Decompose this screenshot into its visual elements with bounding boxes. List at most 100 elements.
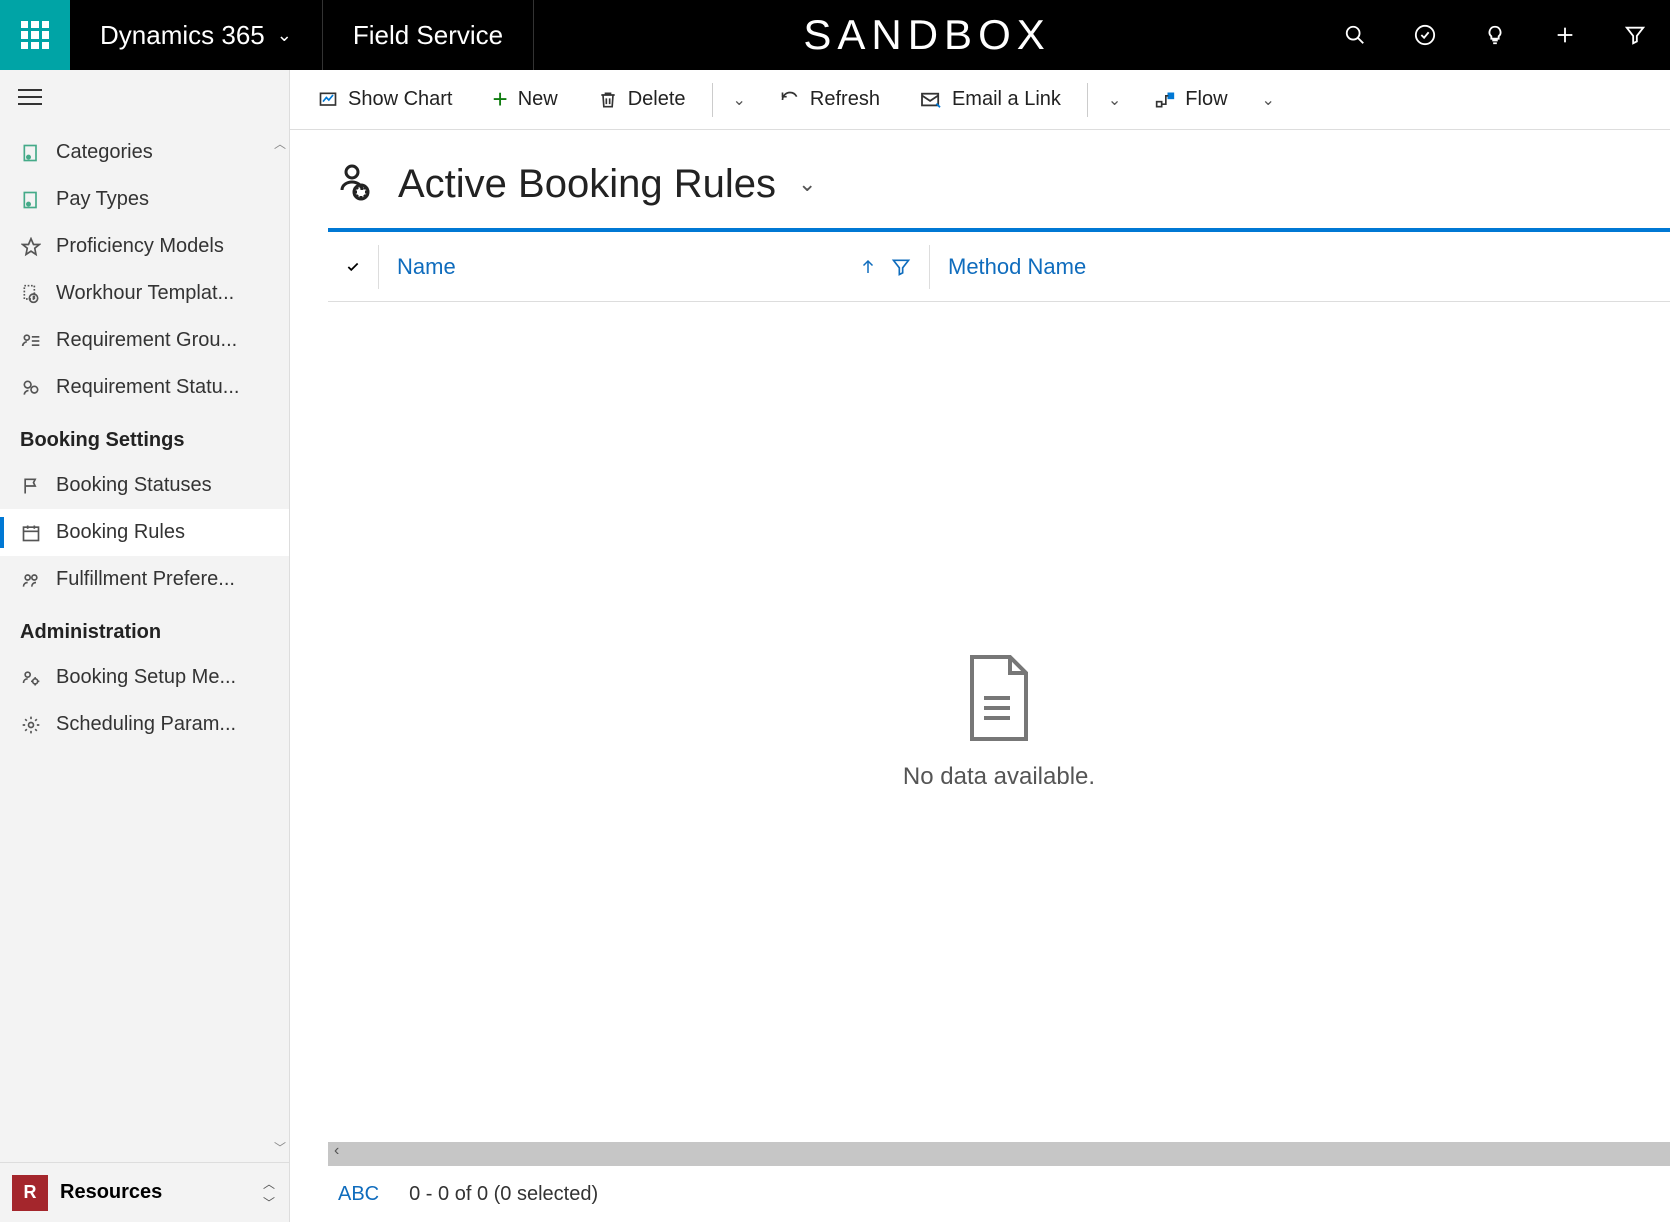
view-title: Active Booking Rules <box>398 162 776 207</box>
cmd-label: New <box>518 88 558 111</box>
cmd-label: Refresh <box>810 88 880 111</box>
flag-icon <box>20 475 42 497</box>
grid-header-row: Name Method Name <box>328 232 1670 302</box>
sidebar-item-requirement-groups[interactable]: Requirement Grou... <box>0 317 289 364</box>
cmd-label: Show Chart <box>348 88 453 111</box>
sidebar-item-label: Pay Types <box>56 188 149 211</box>
app-launcher-button[interactable] <box>0 0 70 70</box>
sidebar-item-fulfillment-preferences[interactable]: Fulfillment Prefere... <box>0 556 289 603</box>
add-button[interactable] <box>1530 24 1600 46</box>
req-status-icon <box>20 377 42 399</box>
lightbulb-icon <box>1484 24 1506 46</box>
sidebar-item-label: Categories <box>56 141 153 164</box>
sidebar-item-label: Fulfillment Prefere... <box>56 568 235 591</box>
brand-dropdown[interactable]: Dynamics 365 ⌄ <box>70 0 323 70</box>
cmd-label: Flow <box>1185 88 1227 111</box>
command-bar: Show Chart + New Delete ⌄ Refresh Email … <box>290 70 1670 130</box>
delete-dropdown-button[interactable]: ⌄ <box>721 70 758 129</box>
trash-icon <box>598 90 618 110</box>
waffle-icon <box>21 21 49 49</box>
column-filter-button[interactable] <box>891 257 911 277</box>
left-sidebar: ︿ ﹀ Categories Pay Types Proficiency Mod… <box>0 70 290 1222</box>
sidebar-item-booking-setup-metadata[interactable]: Booking Setup Me... <box>0 654 289 701</box>
show-chart-button[interactable]: Show Chart <box>300 70 471 129</box>
nav-scroll-area: ︿ ﹀ Categories Pay Types Proficiency Mod… <box>0 129 289 1162</box>
sidebar-item-categories[interactable]: Categories <box>0 129 289 176</box>
select-all-checkbox[interactable] <box>328 256 378 278</box>
delete-button[interactable]: Delete <box>580 70 704 129</box>
task-check-icon <box>1414 24 1436 46</box>
plus-icon: + <box>493 84 508 115</box>
email-link-button[interactable]: Email a Link <box>902 70 1079 129</box>
horizontal-scrollbar[interactable] <box>328 1142 1670 1166</box>
sidebar-item-workhour-templates[interactable]: Workhour Templat... <box>0 270 289 317</box>
email-icon <box>920 91 942 109</box>
chevron-down-icon: ⌄ <box>1262 90 1275 110</box>
plus-icon <box>1554 24 1576 46</box>
hamburger-icon <box>18 84 42 110</box>
sidebar-item-scheduling-parameters[interactable]: Scheduling Param... <box>0 701 289 748</box>
main-content: Show Chart + New Delete ⌄ Refresh Email … <box>290 70 1670 1222</box>
new-button[interactable]: + New <box>475 70 576 129</box>
people-icon <box>20 569 42 591</box>
paytype-icon <box>20 189 42 211</box>
sidebar-item-label: Proficiency Models <box>56 235 224 258</box>
sidebar-item-label: Requirement Statu... <box>56 376 239 399</box>
separator <box>712 83 713 117</box>
top-icon-tray <box>1320 0 1670 70</box>
view-entity-icon <box>328 160 376 208</box>
refresh-button[interactable]: Refresh <box>762 70 898 129</box>
alpha-jump-button[interactable]: ABC <box>338 1183 379 1206</box>
empty-state-text: No data available. <box>903 763 1095 791</box>
column-sort-filter <box>859 256 929 278</box>
req-group-icon <box>20 330 42 352</box>
area-switcher[interactable]: R Resources ︿﹀ <box>0 1162 289 1222</box>
sort-asc-icon[interactable] <box>859 256 877 278</box>
funnel-icon <box>1624 24 1646 46</box>
email-dropdown-button[interactable]: ⌄ <box>1096 70 1133 129</box>
refresh-icon <box>780 90 800 110</box>
chart-icon <box>318 90 338 110</box>
flow-button[interactable]: Flow <box>1137 70 1245 129</box>
sidebar-item-requirement-statuses[interactable]: Requirement Statu... <box>0 364 289 411</box>
clock-doc-icon <box>20 283 42 305</box>
view-selector-button[interactable]: ⌄ <box>798 171 816 197</box>
chevron-down-icon: ⌄ <box>1108 90 1121 110</box>
sidebar-toggle-button[interactable] <box>0 70 289 129</box>
task-button[interactable] <box>1390 24 1460 46</box>
checkmark-icon <box>346 256 360 278</box>
column-header-name[interactable]: Name <box>379 254 859 280</box>
filter-button[interactable] <box>1600 24 1670 46</box>
sidebar-item-label: Scheduling Param... <box>56 713 236 736</box>
sidebar-item-proficiency-models[interactable]: Proficiency Models <box>0 223 289 270</box>
sidebar-item-label: Booking Rules <box>56 521 185 544</box>
sidebar-item-label: Booking Statuses <box>56 474 212 497</box>
separator <box>1087 83 1088 117</box>
area-badge: R <box>12 1175 48 1211</box>
data-grid: Name Method Name No data available. <box>328 228 1670 1142</box>
cmd-label: Email a Link <box>952 88 1061 111</box>
sidebar-item-booking-statuses[interactable]: Booking Statuses <box>0 462 289 509</box>
nav-group-administration: Administration <box>0 603 289 654</box>
brand-label: Dynamics 365 <box>100 20 265 51</box>
cmd-label: Delete <box>628 88 686 111</box>
environment-label: SANDBOX <box>534 0 1320 70</box>
scroll-down-button[interactable]: ﹀ <box>273 1139 287 1156</box>
column-header-method-name[interactable]: Method Name <box>930 254 1104 280</box>
sidebar-item-label: Booking Setup Me... <box>56 666 236 689</box>
help-button[interactable] <box>1460 24 1530 46</box>
sidebar-item-pay-types[interactable]: Pay Types <box>0 176 289 223</box>
flow-dropdown-button[interactable]: ⌄ <box>1250 70 1287 129</box>
sidebar-item-label: Workhour Templat... <box>56 282 234 305</box>
search-button[interactable] <box>1320 24 1390 46</box>
chevron-down-icon: ⌄ <box>277 25 292 46</box>
grid-body: No data available. <box>328 302 1670 1142</box>
star-icon <box>20 236 42 258</box>
area-chevron-icon: ︿﹀ <box>263 1175 289 1211</box>
sidebar-item-booking-rules[interactable]: Booking Rules <box>0 509 289 556</box>
calendar-icon <box>20 522 42 544</box>
chevron-down-icon: ⌄ <box>733 90 746 110</box>
paging-status: 0 - 0 of 0 (0 selected) <box>409 1183 598 1206</box>
column-label: Name <box>397 254 456 280</box>
column-label: Method Name <box>948 254 1086 280</box>
